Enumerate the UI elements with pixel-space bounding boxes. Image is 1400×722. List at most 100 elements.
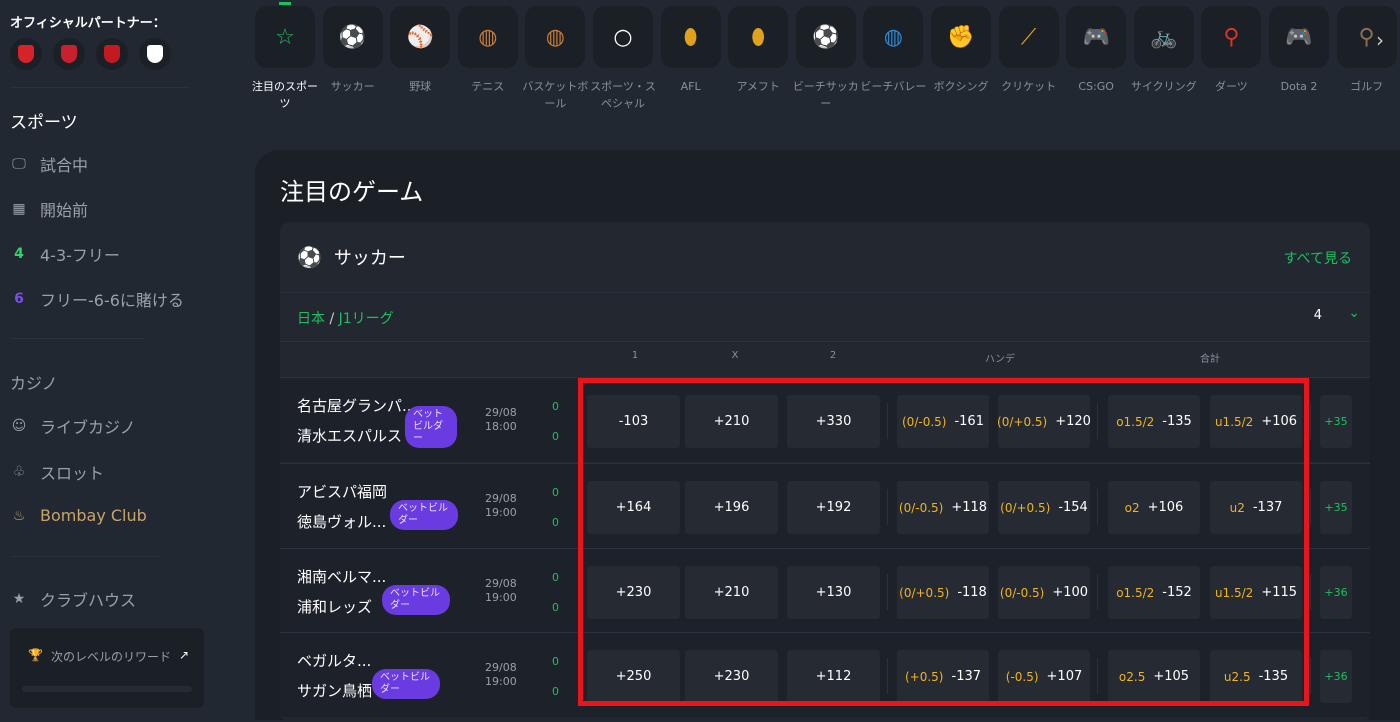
sidebar-item-monitor[interactable]: 🖵 試合中 [10,152,88,176]
sport-icon: ⚲ [1201,6,1262,68]
sport-tab-label: ビーチサッカー [792,80,859,110]
sidebar-item-six-badge[interactable]: 6 フリー-6-6に賭ける [10,287,184,311]
away-team[interactable]: 清水エスパルス [297,425,402,446]
sport-tab-label: Dota 2 [1280,80,1318,93]
sport-tab-16[interactable]: ⚲ ゴルフ [1336,6,1397,95]
sport-icon: ⚽ [795,6,856,68]
match-datetime: 29/08 18:00 [485,406,517,434]
breadcrumb-separator: / [329,311,335,327]
more-markets-count: +35 [1324,501,1348,514]
sport-icon: 🎮 [1269,6,1329,68]
sport-tab-10[interactable]: ✊ ボクシング [931,6,991,95]
league-header[interactable]: 日本 / J1リーグ 4 ⌄ [280,292,1370,342]
sport-tab-label: ビーチバレー [860,80,927,93]
chevron-right-icon[interactable]: › [1376,28,1384,52]
bet-builder-badge[interactable]: ベットビルダー [382,585,450,615]
sport-tab-7[interactable]: ⬮ アメフト [728,6,789,95]
see-all-link[interactable]: すべて見る [1284,248,1352,268]
chevron-down-icon[interactable]: ⌄ [1348,305,1360,321]
score-home: 0 [552,571,559,584]
more-markets-count: +36 [1324,670,1348,683]
sport-tab-8[interactable]: ⚽ ビーチサッカー [793,6,859,112]
bet-builder-badge[interactable]: ベットビルダー [372,669,440,699]
live-casino-icon: ☺ [11,418,27,434]
bet-builder-badge[interactable]: ベットビルダー [390,500,458,530]
column-header-x: X [731,350,739,361]
sport-icon: ◍ [525,6,586,68]
score-home: 0 [552,400,559,413]
sport-tab-label: 注目のスポーツ [252,80,318,110]
sidebar-item-live-casino[interactable]: ☺ ライブカジノ [10,414,136,438]
sport-icon: ⬮ [728,6,789,68]
sidebar-item-four-badge[interactable]: 4 4-3-フリー [10,242,120,266]
partner-logo-flamengo[interactable] [96,38,128,70]
sport-tab-3[interactable]: ◍ テニス [457,6,518,95]
match-date: 29/08 [485,492,517,505]
more-markets-button[interactable]: +35 [1320,395,1352,448]
sport-tab-11[interactable]: ⟋ クリケット [998,6,1059,95]
away-team[interactable]: 徳島ヴォル... [297,511,386,532]
sidebar-item-calendar[interactable]: ▦ 開始前 [10,197,88,221]
away-team[interactable]: 浦和レッズ [297,596,372,617]
home-team[interactable]: 名古屋グランパ... [297,395,416,416]
more-markets-button[interactable]: +36 [1320,566,1352,619]
sport-icon: ⟋ [998,6,1059,68]
sport-tab-1[interactable]: ⚽ サッカー [322,6,383,95]
sport-tab-label: スポーツ・スペシャル [590,80,656,110]
calendar-icon: ▦ [12,201,26,217]
match-count: 4 [1313,308,1322,323]
sport-tab-6[interactable]: ⬮ AFL [660,6,721,95]
sidebar-item-slot[interactable]: ♧ スロット [10,460,104,484]
match-datetime: 29/08 19:00 [485,492,517,520]
sport-tab-2[interactable]: ⚾ 野球 [390,6,451,95]
sport-tab-0[interactable]: ☆ 注目のスポーツ [252,2,318,112]
partner-logo-southampton[interactable] [53,38,85,70]
breadcrumb-league[interactable]: J1リーグ [339,311,394,327]
partner-logo-sao-paulo[interactable] [139,38,171,70]
reward-card[interactable]: 🏆 次のレベルのリワード ↗ [10,628,204,708]
divider [10,556,160,557]
sidebar-item-bombay-club[interactable]: ♨ Bombay Club [10,506,147,525]
sport-tab-label: バスケットボール [522,80,589,110]
home-team[interactable]: 湘南ベルマ... [297,566,386,587]
sport-tab-9[interactable]: ◍ ビーチバレー [860,6,926,95]
home-team[interactable]: アビスパ福岡 [297,481,387,502]
sport-tab-5[interactable]: ○ スポーツ・スペシャル [590,6,656,112]
score-away: 0 [552,601,559,614]
breadcrumb-country[interactable]: 日本 [297,311,325,327]
sidebar-item-label: 開始前 [40,201,89,220]
score-away: 0 [552,685,559,698]
sport-tab-label: テニス [471,80,505,93]
sport-icon: ⚲ [1336,6,1397,68]
sports-nav: ☆ 注目のスポーツ ⚽ サッカー ⚾ 野球 ◍ テニス ◍ バスケットボール ○ スポーツ・スペシャル… [252,2,1400,116]
six-badge-icon: 6 [14,291,24,307]
active-indicator [279,2,291,5]
sport-icon: ✊ [931,6,991,68]
match-time: 18:00 [485,420,517,433]
score-away: 0 [552,430,559,443]
sport-tab-label: ボクシング [933,80,989,93]
home-team[interactable]: ベガルタ... [297,650,371,671]
sports-heading: スポーツ [10,113,78,133]
sport-icon: 🚲 [1133,6,1194,68]
star-icon: ★ [12,591,26,607]
sidebar-item-clubhouse[interactable]: ★ クラブハウス [10,587,136,611]
match-time: 19:00 [485,591,517,604]
sport-tab-14[interactable]: ⚲ ダーツ [1201,6,1262,95]
sport-tab-4[interactable]: ◍ バスケットボール [522,6,588,112]
partner-logo-arsenal[interactable] [10,38,42,70]
divider [10,338,145,339]
sport-icon: ⬮ [660,6,721,68]
sport-tab-12[interactable]: 🎮 CS:GO [1066,6,1127,95]
sport-tab-15[interactable]: 🎮 Dota 2 [1269,6,1329,95]
sport-tab-label: サイクリング [1130,80,1197,93]
sport-title: サッカー [333,248,406,269]
sport-tab-13[interactable]: 🚲 サイクリング [1131,6,1197,95]
more-markets-button[interactable]: +36 [1320,650,1352,703]
southampton-crest-icon [61,45,77,63]
away-team[interactable]: サガン鳥栖 [297,680,372,701]
bet-builder-badge[interactable]: ベットビルダー [405,406,457,448]
sidebar-item-label: Bombay Club [40,506,147,525]
highlight-box [578,378,1309,706]
more-markets-button[interactable]: +35 [1320,481,1352,534]
